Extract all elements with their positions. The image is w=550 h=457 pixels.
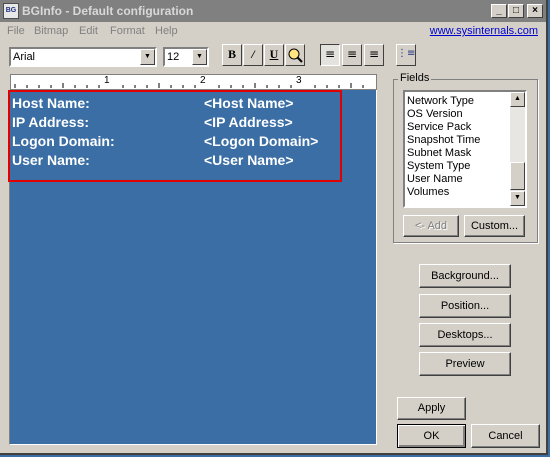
editor-value-logon-domain: <Logon Domain> [204,133,319,149]
editor-label-user-name: User Name: [12,152,90,168]
chevron-down-icon[interactable]: ▼ [140,49,155,65]
underline-button[interactable]: U [264,44,284,66]
list-item[interactable]: Snapshot Time [407,134,480,146]
chevron-down-icon[interactable]: ▼ [192,49,207,65]
editor-value-ip-address: <IP Address> [204,114,293,130]
ok-button[interactable]: OK [397,424,466,448]
window-title: BGInfo - Default configuration [22,4,194,18]
list-item[interactable]: Subnet Mask [407,147,471,159]
list-item[interactable]: Volumes [407,186,449,198]
add-field-button[interactable]: <- Add [403,215,459,237]
fields-list[interactable]: Network Type OS Version Service Pack Sna… [403,90,527,208]
bold-button[interactable]: B [222,44,242,66]
editor-value-host-name: <Host Name> [204,95,294,111]
preview-button[interactable]: Preview [419,352,511,376]
editor-label-host-name: Host Name: [12,95,90,111]
menu-format[interactable]: Format [110,25,145,37]
text-editor[interactable]: Host Name: <Host Name> IP Address: <IP A… [8,90,377,445]
italic-button[interactable]: / [243,44,263,66]
bginfo-window: BG BGInfo - Default configuration _ □ × … [0,0,548,455]
ruler: 1 2 3 [10,74,377,90]
apply-button[interactable]: Apply [397,397,466,420]
desktops-button[interactable]: Desktops... [419,323,511,347]
list-item[interactable]: OS Version [407,108,463,120]
cancel-button[interactable]: Cancel [471,424,540,448]
editor-value-user-name: <User Name> [204,152,294,168]
menu-bar: File Bitmap Edit Format Help www.sysinte… [0,22,546,41]
bullets-button[interactable]: ⋮≡ [396,44,416,66]
menu-help[interactable]: Help [155,25,178,37]
title-bar[interactable]: BG BGInfo - Default configuration _ □ × [0,0,546,22]
font-size-value: 12 [167,51,180,63]
ruler-ticks [14,83,364,88]
menu-edit[interactable]: Edit [79,25,98,37]
list-item[interactable]: System Type [407,160,470,172]
bginfo-app-icon: BG [3,3,19,19]
list-item[interactable]: Network Type [407,95,474,107]
sysinternals-link[interactable]: www.sysinternals.com [430,25,538,37]
align-right-button[interactable]: ≡ [364,44,384,66]
editor-label-logon-domain: Logon Domain: [12,133,115,149]
scroll-down-icon[interactable]: ▼ [510,191,525,206]
position-button[interactable]: Position... [419,294,511,318]
insert-picture-button[interactable] [285,44,305,66]
fields-group-label: Fields [398,72,432,84]
list-item[interactable]: Service Pack [407,121,471,133]
fields-scrollbar[interactable]: ▲ ▼ [510,92,525,206]
font-size-select[interactable]: 12 ▼ [163,47,209,67]
font-name-value: Arial [13,51,36,63]
maximize-button[interactable]: □ [508,4,524,18]
menu-file[interactable]: File [7,25,25,37]
custom-field-button[interactable]: Custom... [464,215,525,237]
close-button[interactable]: × [527,4,543,18]
align-center-button[interactable]: ≡ [342,44,362,66]
list-item[interactable]: User Name [407,173,463,185]
ruler-number: 2 [200,75,206,86]
font-name-select[interactable]: Arial ▼ [9,47,157,67]
minimize-button[interactable]: _ [491,4,507,18]
scroll-up-icon[interactable]: ▲ [510,92,525,107]
align-left-button[interactable]: ≡ [320,44,340,66]
background-button[interactable]: Background... [419,264,511,288]
ruler-number: 3 [296,75,302,86]
ruler-number: 1 [104,75,110,86]
scrollbar-thumb[interactable] [510,162,525,190]
editor-label-ip-address: IP Address: [12,114,90,130]
menu-bitmap[interactable]: Bitmap [34,25,68,37]
magnifier-picture-icon [288,48,303,63]
